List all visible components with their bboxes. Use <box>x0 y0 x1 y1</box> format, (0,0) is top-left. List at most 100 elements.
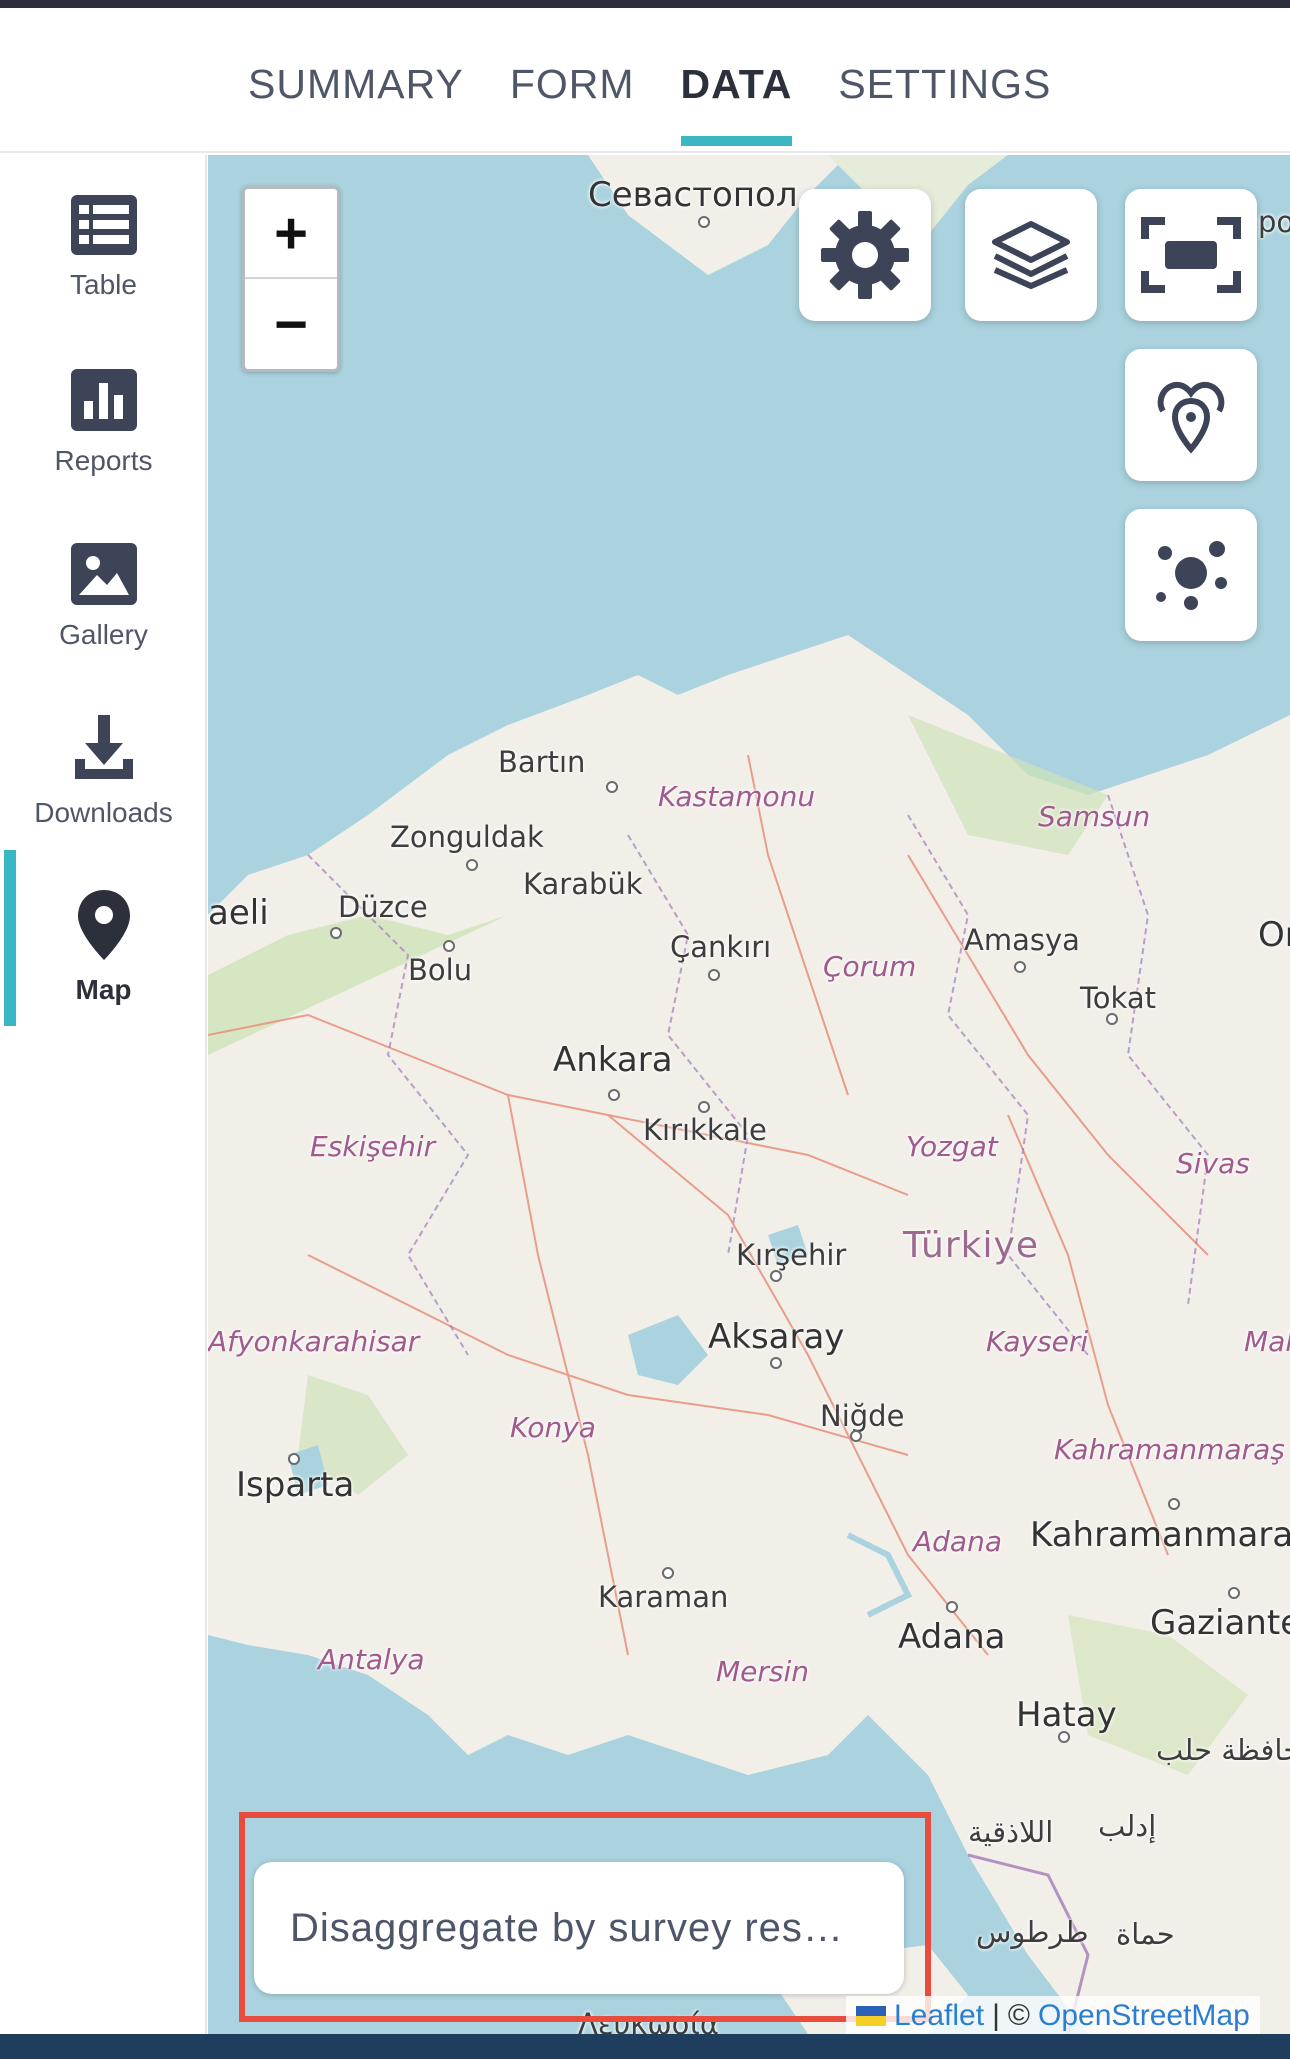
map-label: Konya <box>510 1411 596 1444</box>
tab-form[interactable]: FORM <box>510 54 635 114</box>
map-label: Karabük <box>523 867 643 901</box>
map-label: إدلب <box>1098 1809 1157 1843</box>
flag-icon <box>856 2006 886 2026</box>
leaflet-link[interactable]: Leaflet <box>894 1999 984 2033</box>
download-icon <box>74 715 133 779</box>
map-label: Kastamonu <box>658 780 816 813</box>
city-marker <box>850 1430 862 1442</box>
city-marker <box>443 940 455 952</box>
map-label: po <box>1258 205 1290 239</box>
map-fullscreen-button[interactable] <box>1125 189 1257 321</box>
sidebar-item-gallery[interactable]: Gallery <box>0 543 207 703</box>
map-label: Yozgat <box>906 1130 998 1163</box>
city-marker <box>708 969 720 981</box>
map-label: Türkiye <box>903 1225 1039 1266</box>
map-label: Adana <box>913 1525 1002 1558</box>
map-layers-button[interactable] <box>965 189 1097 321</box>
openstreetmap-link[interactable]: OpenStreetMap <box>1038 1999 1250 2033</box>
sidebar-item-map[interactable]: Map <box>0 890 207 1050</box>
map-label: Kırşehir <box>736 1238 847 1272</box>
map-label: حماة <box>1116 1917 1175 1951</box>
tab-bar: SUMMARY FORM DATA SETTINGS <box>248 54 1051 146</box>
cluster-icon <box>1156 541 1227 610</box>
zoom-out-button[interactable]: − <box>245 279 337 369</box>
sidebar-item-label: Table <box>70 269 137 300</box>
sidebar-item-label: Map <box>75 974 132 1005</box>
city-marker <box>330 927 342 939</box>
map-label: Bartın <box>498 745 586 779</box>
map-attribution: Leaflet | © OpenStreetMap <box>846 1996 1260 2036</box>
capital-marker <box>608 1089 620 1101</box>
attribution-separator: | <box>992 1999 1000 2032</box>
map-label: Gaziante <box>1150 1603 1290 1643</box>
city-marker <box>662 1567 674 1579</box>
map-label: Çorum <box>823 950 917 983</box>
disaggregate-select[interactable]: Disaggregate by survey res… <box>254 1862 904 1994</box>
sidebar: Table Reports Gallery Downloads Map <box>0 155 207 2034</box>
map-label: Afyonkarahisar <box>208 1325 420 1358</box>
map-pin-icon <box>77 890 130 960</box>
sidebar-item-label: Gallery <box>59 619 148 650</box>
zoom-control: + − <box>242 186 340 372</box>
map-label: Kahramanmaraş <box>1054 1433 1285 1466</box>
map-label: Adana <box>898 1617 1006 1657</box>
heatmap-icon <box>1157 381 1225 454</box>
map-label: Antalya <box>318 1643 425 1676</box>
top-strip <box>0 0 1290 8</box>
sidebar-item-reports[interactable]: Reports <box>0 369 207 529</box>
map-label: حافظة حلب <box>1156 1733 1290 1767</box>
bottom-bar <box>0 2034 1290 2059</box>
copyright-symbol: © <box>1007 1999 1030 2032</box>
map-label: Karaman <box>598 1580 729 1614</box>
map-label: Niğde <box>820 1399 905 1433</box>
city-marker <box>698 1101 710 1113</box>
city-marker <box>606 781 618 793</box>
city-marker <box>946 1601 958 1613</box>
map-settings-button[interactable] <box>799 189 931 321</box>
tab-summary[interactable]: SUMMARY <box>248 54 464 114</box>
map-label: aeli <box>208 893 269 933</box>
sidebar-item-label: Reports <box>54 445 153 476</box>
city-marker <box>288 1453 300 1465</box>
city-marker <box>770 1357 782 1369</box>
city-marker <box>1014 961 1026 973</box>
map-label: Севастопол <box>588 175 798 215</box>
table-icon <box>70 195 137 255</box>
map-label: Mal <box>1244 1325 1290 1358</box>
image-icon <box>70 543 137 605</box>
sidebar-item-table[interactable]: Table <box>0 195 207 355</box>
fullscreen-icon <box>1141 217 1241 293</box>
map-label: Kahramanmara <box>1030 1515 1290 1555</box>
map-label: Tokat <box>1080 981 1156 1015</box>
map-label: Kırıkkale <box>643 1113 767 1147</box>
bar-chart-icon <box>70 369 137 431</box>
map-label: Aksaray <box>708 1317 845 1357</box>
city-marker <box>698 216 710 228</box>
tab-data[interactable]: DATA <box>680 54 793 146</box>
map-heatmap-button[interactable] <box>1125 349 1257 481</box>
city-marker <box>1058 1731 1070 1743</box>
header: SUMMARY FORM DATA SETTINGS <box>0 8 1290 153</box>
city-marker <box>1228 1587 1240 1599</box>
map-label: Sivas <box>1176 1147 1250 1180</box>
sidebar-active-indicator <box>4 850 16 1026</box>
map-label: Zonguldak <box>390 820 544 854</box>
map-label: اللاذقية <box>968 1815 1054 1849</box>
map-label: Çankırı <box>670 930 772 964</box>
city-marker <box>1106 1013 1118 1025</box>
city-marker <box>770 1270 782 1282</box>
layers-icon <box>992 221 1070 289</box>
map-label: Or <box>1258 915 1290 955</box>
sidebar-item-label: Downloads <box>34 797 173 828</box>
map-cluster-button[interactable] <box>1125 509 1257 641</box>
map-label: Eskişehir <box>310 1130 436 1163</box>
map-label: Samsun <box>1038 800 1151 833</box>
map-label: Kayseri <box>986 1325 1089 1358</box>
app-root: { "tabs": [ {"label": "SUMMARY", "active… <box>0 0 1290 2059</box>
tab-settings[interactable]: SETTINGS <box>838 54 1051 114</box>
map-label: Düzce <box>338 890 428 924</box>
map-label: Bolu <box>408 953 473 987</box>
sidebar-item-downloads[interactable]: Downloads <box>0 715 207 875</box>
map-label: Ankara <box>553 1040 673 1080</box>
zoom-in-button[interactable]: + <box>245 189 337 279</box>
